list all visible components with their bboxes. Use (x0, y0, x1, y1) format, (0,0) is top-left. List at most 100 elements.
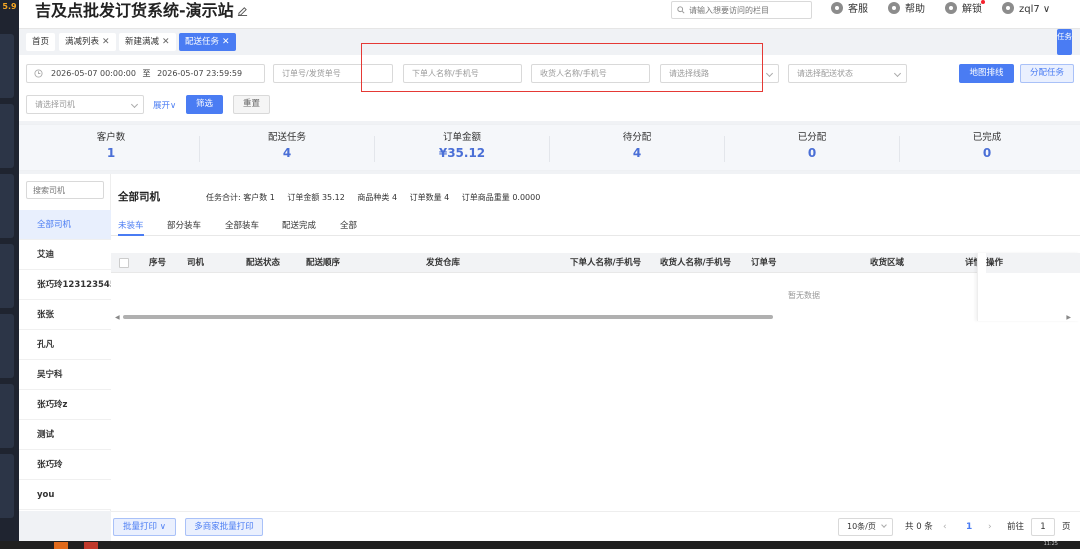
scroll-left-icon[interactable]: ◀ (115, 314, 120, 321)
receiver-input[interactable]: 收货人名称/手机号 (531, 64, 650, 83)
stat-value: ¥35.12 (438, 146, 486, 160)
driver-item[interactable]: 张巧玲 (19, 450, 111, 480)
side-menu-block[interactable] (0, 384, 14, 448)
driver-item[interactable]: 孔凡 (19, 330, 111, 360)
orderer-input[interactable]: 下单人名称/手机号 (403, 64, 522, 83)
assign-task-button[interactable]: 分配任务 (1020, 64, 1074, 83)
filter-panel: 2026-05-07 00:00:00 至 2026-05-07 23:59:5… (19, 55, 1080, 121)
tab-delivery-task[interactable]: 配送任务 ✕ (179, 33, 236, 51)
col-receiver: 收货人名称/手机号 (660, 258, 732, 268)
delivery-status-select[interactable]: 请选择配送状态 (788, 64, 907, 83)
filter-button[interactable]: 筛选 (186, 95, 223, 114)
stat-value: 4 (282, 146, 292, 160)
tab-new-discount[interactable]: 新建满减 ✕ (119, 33, 176, 51)
page-tabs: 首页 满减列表 ✕ 新建满减 ✕ 配送任务 ✕ (19, 30, 1080, 52)
tab-partially-loaded[interactable]: 部分装车 (167, 219, 201, 233)
order-no-input[interactable]: 订单号/发货单号 (273, 64, 393, 83)
unlock-icon (945, 2, 957, 14)
multi-merchant-print-button[interactable]: 多商家批量打印 (185, 518, 263, 536)
route-select[interactable]: 请选择线路 (660, 64, 779, 83)
summary-customers: 任务合计: 客户数 1 (206, 193, 275, 202)
map-route-button[interactable]: 地图排线 (959, 64, 1014, 83)
driver-select-placeholder: 请选择司机 (35, 100, 75, 109)
table-footer: 批量打印 ∨ 多商家批量打印 10条/页 共 0 条 ‹ 1 › 前往 1 页 (111, 511, 1080, 541)
stat-label: 客户数 (96, 132, 126, 143)
driver-item[interactable]: 艾迪 (19, 240, 111, 270)
reset-button[interactable]: 重置 (233, 95, 270, 114)
route-select-placeholder: 请选择线路 (669, 69, 709, 78)
tab-home[interactable]: 首页 (26, 33, 56, 51)
tab-label: 首页 (32, 37, 50, 47)
tab-all[interactable]: 全部 (340, 219, 357, 233)
driver-item[interactable]: 张巧玲1231235454 (19, 270, 111, 300)
customer-service-link[interactable]: 客服 (831, 2, 868, 18)
current-page[interactable]: 1 (966, 518, 972, 536)
user-menu[interactable]: zql7 ∨ (1002, 2, 1050, 18)
page-size-select[interactable]: 10条/页 (838, 518, 893, 536)
summary-order-count: 订单数量 4 (409, 193, 450, 202)
scroll-right-icon[interactable]: ▶ (1066, 314, 1071, 321)
chevron-down-icon (893, 69, 902, 78)
expand-filters-toggle[interactable]: 展开∨ (153, 100, 176, 112)
side-menu-block[interactable] (0, 314, 14, 378)
stat-label: 已完成 (972, 132, 1002, 143)
side-menu-block[interactable] (0, 244, 14, 308)
chevron-down-icon (765, 69, 774, 78)
task-side-label: 任务 (1057, 32, 1072, 41)
os-taskbar: 11:25 (0, 541, 1080, 549)
operations-column: 操作 (977, 253, 1080, 321)
unlock-link[interactable]: 解锁 (945, 2, 982, 18)
panel-title: 全部司机 (118, 191, 160, 203)
stat-completed: 已完成 0 (899, 131, 1075, 162)
select-all-checkbox[interactable] (119, 258, 129, 268)
stat-label: 订单金额 (442, 132, 481, 143)
side-menu-block[interactable] (0, 174, 14, 238)
help-link[interactable]: 帮助 (888, 2, 925, 18)
taskbar-app-icon[interactable] (54, 542, 68, 549)
taskbar-app-icon[interactable] (84, 542, 98, 549)
driver-item[interactable]: 吴宁科 (19, 360, 111, 390)
summary-weight: 订单商品重量 0.0000 (461, 193, 541, 202)
task-side-button[interactable]: 任务 (1057, 29, 1072, 55)
taskbar-clock: 11:25 (1043, 541, 1058, 547)
side-menu-block[interactable] (0, 104, 14, 168)
close-icon[interactable]: ✕ (102, 37, 110, 47)
driver-item[interactable]: 张巧玲z (19, 390, 111, 420)
unlock-label: 解锁 (962, 4, 982, 15)
close-icon[interactable]: ✕ (162, 37, 170, 47)
close-icon[interactable]: ✕ (222, 37, 230, 47)
tab-fully-loaded[interactable]: 全部装车 (225, 219, 259, 233)
date-range-picker[interactable]: 2026-05-07 00:00:00 至 2026-05-07 23:59:5… (26, 64, 265, 83)
chevron-down-icon (881, 522, 887, 528)
prev-page-icon[interactable]: ‹ (943, 518, 947, 536)
tab-delivered[interactable]: 配送完成 (282, 219, 316, 233)
driver-item-all[interactable]: 全部司机 (19, 210, 111, 240)
tab-discount-list[interactable]: 满减列表 ✕ (59, 33, 116, 51)
col-delivery-status: 配送状态 (246, 258, 281, 268)
empty-text: 暂无数据 (788, 291, 820, 300)
summary-amount: 订单金额 35.12 (287, 193, 345, 202)
side-menu-block[interactable] (0, 34, 14, 98)
stat-label: 配送任务 (267, 132, 306, 143)
driver-search-input[interactable] (26, 181, 104, 199)
scrollbar-thumb[interactable] (123, 315, 773, 319)
driver-item[interactable]: 测试 (19, 420, 111, 450)
next-page-icon[interactable]: › (988, 518, 992, 536)
goto-label: 前往 (1007, 522, 1025, 532)
app-side-strip: 5.9 (0, 0, 19, 549)
menu-search[interactable] (671, 1, 812, 19)
tab-not-loaded[interactable]: 未装车 (118, 219, 144, 233)
side-menu-block[interactable] (0, 454, 14, 518)
driver-item[interactable]: 张张 (19, 300, 111, 330)
menu-search-input[interactable] (689, 4, 807, 16)
version-badge: 5.9 (2, 2, 17, 11)
goto-page-input[interactable]: 1 (1031, 518, 1055, 536)
batch-print-button[interactable]: 批量打印 ∨ (113, 518, 176, 536)
edit-icon[interactable] (237, 5, 248, 16)
stat-label: 待分配 (622, 132, 652, 143)
horizontal-scrollbar[interactable]: ◀ ▶ (111, 313, 1080, 321)
driver-item[interactable]: you (19, 480, 111, 510)
col-warehouse: 发货仓库 (426, 258, 461, 268)
driver-select[interactable]: 请选择司机 (26, 95, 144, 114)
user-name: zql7 ∨ (1019, 4, 1051, 15)
